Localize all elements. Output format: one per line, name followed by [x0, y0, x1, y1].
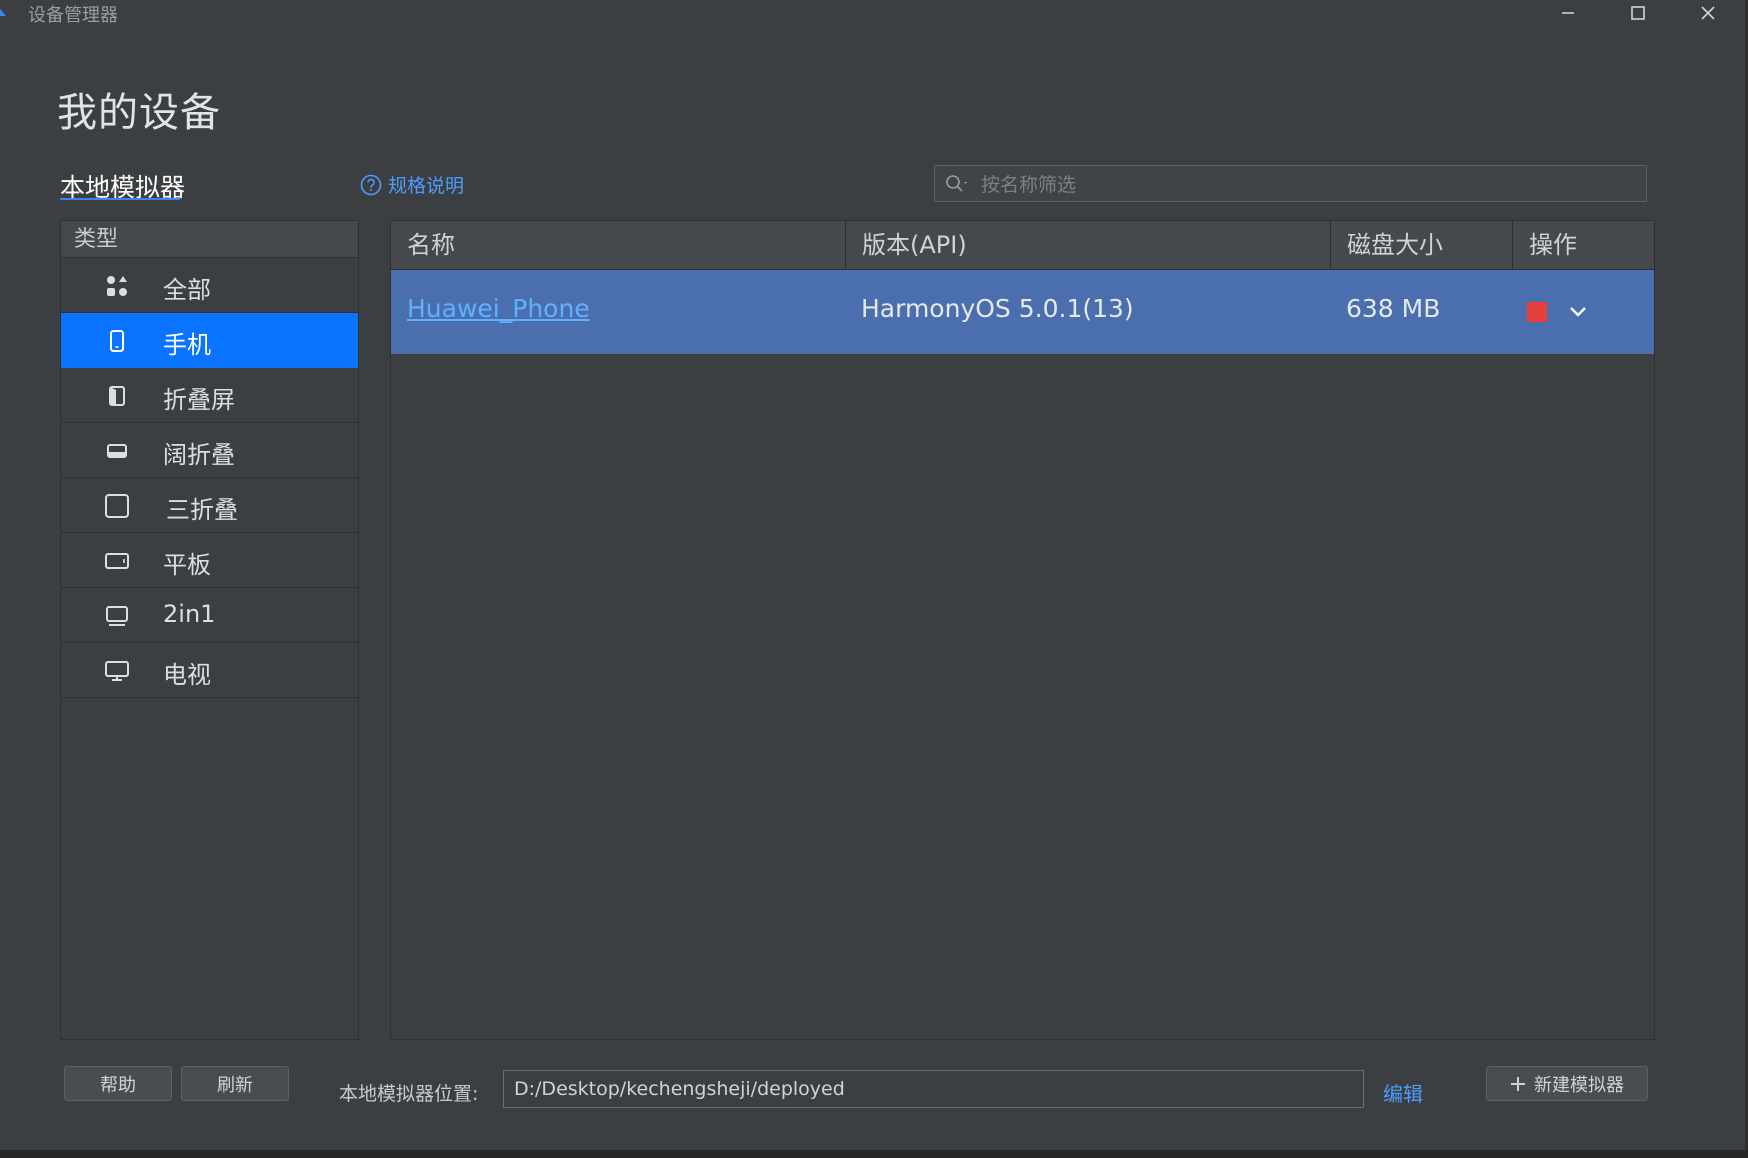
- type-item-2in1[interactable]: 2in1: [61, 588, 358, 643]
- type-item-tv[interactable]: 电视: [61, 643, 358, 698]
- table-row[interactable]: Huawei_Phone HarmonyOS 5.0.1(13) 638 MB: [391, 270, 1654, 354]
- chevron-down-icon: [1570, 307, 1586, 317]
- type-item-label: 平板: [163, 551, 211, 579]
- new-emulator-label: 新建模拟器: [1534, 1074, 1624, 1096]
- page-title: 我的设备: [57, 90, 221, 136]
- column-header-version[interactable]: 版本(API): [846, 221, 1330, 269]
- type-item-label: 折叠屏: [163, 386, 235, 414]
- type-item-wide-fold[interactable]: 阔折叠: [61, 423, 358, 478]
- phone-icon: [105, 329, 129, 353]
- device-manager-window: 设备管理器 我的设备 本地模拟器 规格说明 类型: [0, 0, 1748, 1150]
- close-icon: [1701, 6, 1715, 20]
- type-item-label: 手机: [163, 331, 211, 359]
- type-item-phone[interactable]: 手机: [61, 313, 358, 368]
- type-item-label: 三折叠: [166, 496, 238, 524]
- device-table: 名称 版本(API) 磁盘大小 操作 Huawei_Phone HarmonyO…: [390, 220, 1655, 1040]
- maximize-button[interactable]: [1608, 0, 1668, 26]
- refresh-button[interactable]: 刷新: [181, 1066, 289, 1101]
- close-button[interactable]: [1678, 0, 1738, 26]
- search-box: [934, 165, 1647, 203]
- location-label: 本地模拟器位置:: [339, 1083, 479, 1105]
- new-emulator-button[interactable]: 新建模拟器: [1486, 1066, 1648, 1101]
- taskbar-strip: [0, 1150, 1748, 1158]
- type-item-foldable[interactable]: 折叠屏: [61, 368, 358, 423]
- tv-icon: [105, 659, 129, 683]
- help-circle-icon: [360, 174, 382, 195]
- device-disk-size: 638 MB: [1346, 294, 1441, 323]
- search-input[interactable]: [979, 166, 1633, 203]
- type-panel: 类型 全部 手机 折叠屏 阔折叠 三折叠 平板 2in1 电视: [60, 220, 359, 1040]
- window-title: 设备管理器: [28, 5, 118, 26]
- minimize-icon: [1562, 12, 1574, 14]
- tab-active-indicator: [60, 198, 180, 200]
- spec-link-label: 规格说明: [388, 175, 465, 197]
- app-logo-icon: [0, 8, 6, 16]
- tablet-icon: [105, 549, 129, 573]
- column-header-actions[interactable]: 操作: [1513, 221, 1654, 269]
- type-item-label: 阔折叠: [163, 441, 235, 469]
- type-item-label: 2in1: [163, 600, 216, 628]
- minimize-button[interactable]: [1538, 0, 1598, 26]
- type-item-tablet[interactable]: 平板: [61, 533, 358, 588]
- tri-fold-icon: [105, 494, 129, 518]
- table-header: 名称 版本(API) 磁盘大小 操作: [391, 221, 1654, 270]
- more-actions-button[interactable]: [1567, 302, 1589, 322]
- search-icon: [946, 175, 967, 192]
- stop-device-button[interactable]: [1527, 302, 1547, 322]
- location-input[interactable]: [503, 1070, 1364, 1108]
- title-bar: 设备管理器: [0, 0, 1748, 26]
- help-button[interactable]: 帮助: [64, 1066, 172, 1101]
- type-item-label: 电视: [163, 661, 211, 689]
- spec-link[interactable]: 规格说明: [360, 171, 464, 198]
- type-item-tri-fold[interactable]: 三折叠: [61, 478, 358, 533]
- apps-grid-icon: [105, 274, 129, 298]
- type-panel-header: 类型: [61, 221, 358, 258]
- type-item-label: 全部: [163, 276, 211, 304]
- device-name-link[interactable]: Huawei_Phone: [407, 294, 590, 323]
- type-item-all[interactable]: 全部: [61, 258, 358, 313]
- plus-icon: [1511, 1076, 1525, 1091]
- foldable-icon: [105, 384, 129, 408]
- column-header-name[interactable]: 名称: [391, 221, 845, 269]
- wide-fold-icon: [105, 439, 129, 463]
- laptop-icon: [105, 604, 129, 628]
- device-version: HarmonyOS 5.0.1(13): [861, 294, 1134, 323]
- maximize-icon: [1631, 6, 1645, 20]
- edit-location-link[interactable]: 编辑: [1383, 1078, 1423, 1107]
- column-header-disk[interactable]: 磁盘大小: [1331, 221, 1512, 269]
